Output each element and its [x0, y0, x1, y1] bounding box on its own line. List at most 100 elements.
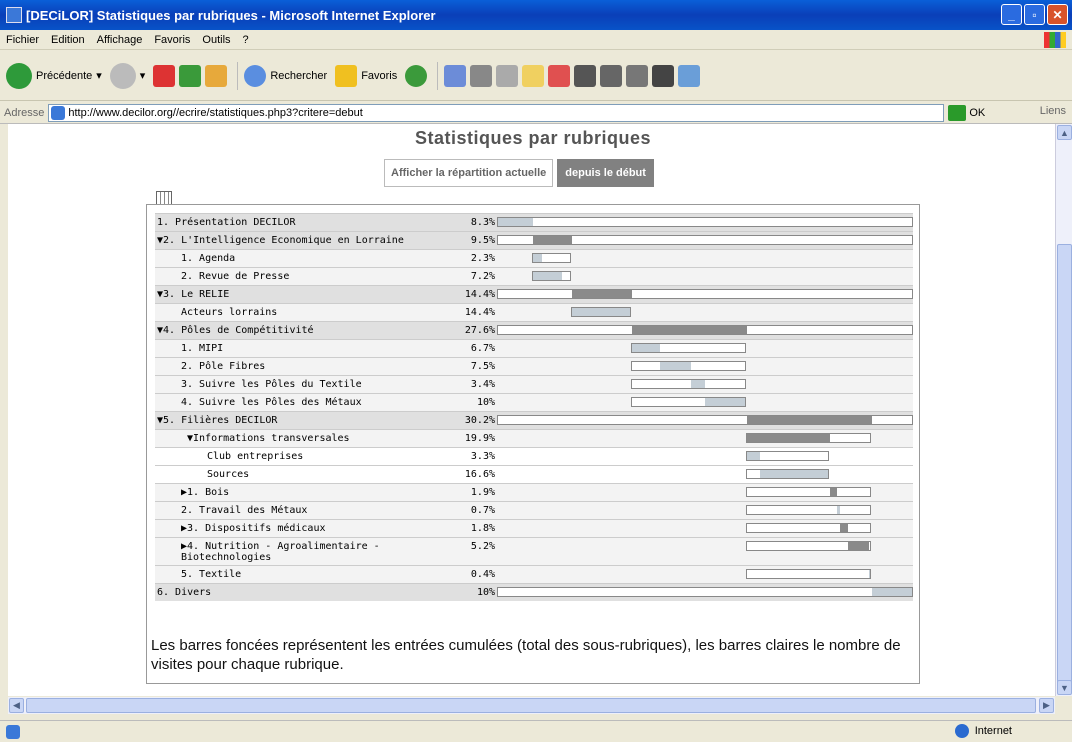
favorites-button[interactable]: Favoris: [335, 64, 398, 87]
rubric-label[interactable]: ▼4. Pôles de Compétitivité: [157, 325, 445, 336]
rubric-row[interactable]: 1. Agenda 2.3%: [155, 249, 913, 267]
camera-icon[interactable]: [574, 64, 597, 87]
menu-edition[interactable]: Edition: [51, 34, 85, 46]
rubric-row[interactable]: ▶4. Nutrition - Agroalimentaire - Biotec…: [155, 537, 913, 565]
links-label[interactable]: Liens: [1040, 105, 1066, 117]
rubric-label[interactable]: 2. Revue de Presse: [181, 271, 445, 282]
rubric-row[interactable]: ▶3. Dispositifs médicaux 1.8%: [155, 519, 913, 537]
film-icon[interactable]: [626, 64, 649, 87]
stop-icon[interactable]: [153, 64, 176, 87]
rubric-label[interactable]: ▼2. L'Intelligence Economique en Lorrain…: [157, 235, 445, 246]
rubric-row[interactable]: ▼4. Pôles de Compétitivité 27.6%: [155, 321, 913, 339]
rubric-label[interactable]: ▶4. Nutrition - Agroalimentaire - Biotec…: [181, 541, 445, 563]
rubric-label[interactable]: 1. Présentation DECILOR: [157, 217, 445, 228]
chevron-down-icon: ▾: [96, 70, 102, 82]
rubric-row[interactable]: Club entreprises 3.3%: [155, 447, 913, 465]
rubric-label[interactable]: Sources: [207, 469, 445, 480]
rubric-percent: 14.4%: [464, 307, 495, 318]
rubric-label[interactable]: ▼Informations transversales: [187, 433, 445, 444]
rubric-label[interactable]: ▼5. Filières DECILOR: [157, 415, 445, 426]
rubric-row[interactable]: 4. Suivre les Pôles des Métaux 10%: [155, 393, 913, 411]
rubric-list: 1. Présentation DECILOR 8.3% ▼2. L'Intelli…: [155, 213, 913, 601]
go-label: OK: [969, 106, 986, 119]
menu-affichage[interactable]: Affichage: [97, 34, 143, 46]
search-button[interactable]: Rechercher: [244, 64, 328, 87]
rubric-label[interactable]: 1. MIPI: [181, 343, 445, 354]
search-label: Rechercher: [270, 69, 328, 82]
rubric-label[interactable]: Club entreprises: [207, 451, 445, 462]
menu-fichier[interactable]: Fichier: [6, 34, 39, 46]
rubric-label[interactable]: 1. Agenda: [181, 253, 445, 264]
users-icon[interactable]: [678, 64, 701, 87]
rubric-label[interactable]: 2. Travail des Métaux: [181, 505, 445, 516]
print-icon[interactable]: [470, 64, 493, 87]
edit-icon[interactable]: [496, 64, 519, 87]
scroll-left-icon[interactable]: ◀: [9, 698, 24, 713]
rubric-label[interactable]: Acteurs lorrains: [181, 307, 445, 318]
maximize-button[interactable]: ▫: [1024, 4, 1045, 25]
scanner-icon[interactable]: [600, 64, 623, 87]
rubric-label[interactable]: 6. Divers: [157, 587, 445, 598]
menu-favoris[interactable]: Favoris: [154, 34, 190, 46]
address-bar: Adresse http://www.decilor.org//ecrire/s…: [0, 102, 1072, 124]
rubric-row[interactable]: ▼3. Le RELIE 14.4%: [155, 285, 913, 303]
rubric-row[interactable]: 3. Suivre les Pôles du Textile 3.4%: [155, 375, 913, 393]
close-button[interactable]: ✕: [1047, 4, 1068, 25]
rubric-label[interactable]: ▶3. Dispositifs médicaux: [181, 523, 445, 534]
toolbar: Précédente ▾ ▾ Rechercher Favoris: [0, 51, 1072, 101]
rubric-label[interactable]: 2. Pôle Fibres: [181, 361, 445, 372]
rubric-bar: [630, 343, 746, 353]
rubric-row[interactable]: ▼2. L'Intelligence Economique en Lorrain…: [155, 231, 913, 249]
history-icon[interactable]: [405, 64, 428, 87]
mail-icon[interactable]: [444, 64, 467, 87]
rubric-bar: [497, 289, 913, 299]
favorites-label: Favoris: [361, 69, 398, 82]
rubric-percent: 1.9%: [470, 487, 495, 498]
scroll-up-icon[interactable]: ▲: [1057, 125, 1072, 140]
rubric-label[interactable]: 3. Suivre les Pôles du Textile: [181, 379, 445, 390]
vertical-scrollbar[interactable]: ▲ ▼: [1055, 124, 1072, 696]
menu-help[interactable]: ?: [243, 34, 249, 46]
rubric-row[interactable]: ▶1. Bois 1.9%: [155, 483, 913, 501]
rubric-row[interactable]: Acteurs lorrains 14.4%: [155, 303, 913, 321]
rubric-label[interactable]: ▼3. Le RELIE: [157, 289, 445, 300]
forward-button[interactable]: ▾: [109, 62, 145, 89]
rubric-row[interactable]: 2. Revue de Presse 7.2%: [155, 267, 913, 285]
rubric-percent: 3.4%: [470, 379, 495, 390]
rubric-row[interactable]: 1. MIPI 6.7%: [155, 339, 913, 357]
rubric-row[interactable]: Sources 16.6%: [155, 465, 913, 483]
rubric-row[interactable]: 6. Divers 10%: [155, 583, 913, 601]
title-bar: [DECiLOR] Statistiques par rubriques - M…: [0, 0, 1072, 30]
rubric-row[interactable]: 5. Textile 0.4%: [155, 565, 913, 583]
discuss-icon[interactable]: [522, 64, 545, 87]
rubric-row[interactable]: 2. Travail des Métaux 0.7%: [155, 501, 913, 519]
rubric-label[interactable]: 5. Textile: [181, 569, 445, 580]
minimize-button[interactable]: _: [1001, 4, 1022, 25]
tab-current-distribution[interactable]: Afficher la répartition actuelle: [384, 159, 554, 187]
rubric-percent: 0.4%: [470, 569, 495, 580]
rubric-row[interactable]: ▼Informations transversales 19.9%: [155, 429, 913, 447]
back-button[interactable]: Précédente ▾: [6, 62, 102, 89]
rubric-row[interactable]: 1. Présentation DECILOR 8.3%: [155, 213, 913, 231]
photo-icon[interactable]: [652, 64, 675, 87]
rubric-row[interactable]: ▼5. Filières DECILOR 30.2%: [155, 411, 913, 429]
scroll-down-icon[interactable]: ▼: [1057, 680, 1072, 695]
rubric-bar: [745, 505, 872, 515]
scroll-thumb-h[interactable]: [26, 698, 1036, 713]
menu-outils[interactable]: Outils: [202, 34, 230, 46]
refresh-icon[interactable]: [179, 64, 202, 87]
rubric-bar: [745, 433, 872, 443]
messenger-icon[interactable]: [548, 64, 571, 87]
rubric-row[interactable]: 2. Pôle Fibres 7.5%: [155, 357, 913, 375]
tab-since-start[interactable]: depuis le début: [557, 159, 654, 187]
home-icon[interactable]: [205, 64, 228, 87]
scroll-right-icon[interactable]: ▶: [1039, 698, 1054, 713]
go-button[interactable]: OK: [948, 104, 986, 121]
rubric-label[interactable]: ▶1. Bois: [181, 487, 445, 498]
horizontal-scrollbar[interactable]: ◀ ▶: [8, 697, 1055, 714]
menu-bar: Fichier Edition Affichage Favoris Outils…: [0, 30, 1072, 50]
address-input[interactable]: http://www.decilor.org//ecrire/statistiq…: [48, 103, 945, 122]
scroll-thumb[interactable]: [1057, 244, 1072, 684]
rubric-label[interactable]: 4. Suivre les Pôles des Métaux: [181, 397, 445, 408]
search-icon: [244, 64, 267, 87]
